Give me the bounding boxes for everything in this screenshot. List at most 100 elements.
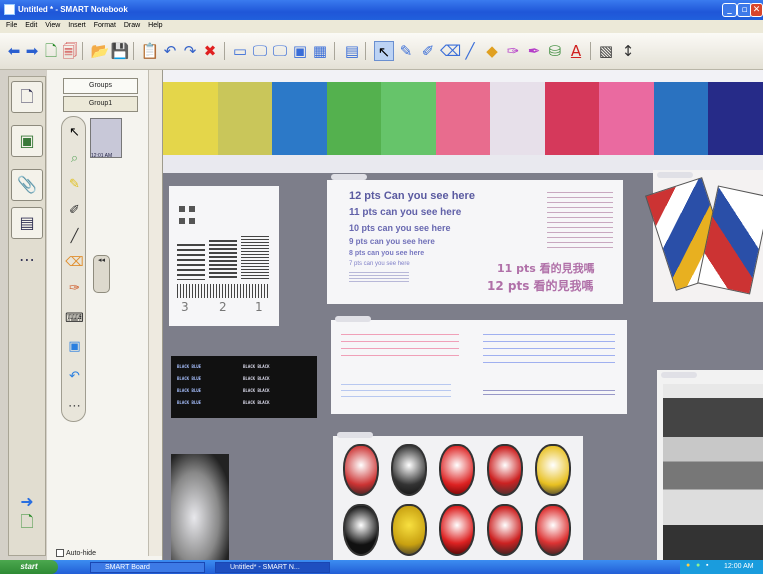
eraser-icon[interactable]: ⌫	[440, 41, 461, 61]
color-swatch	[163, 82, 218, 155]
toolbar-separator	[133, 42, 134, 60]
shape-recognition-icon[interactable]: ✒	[524, 41, 544, 61]
move-toolbar-icon[interactable]: ↕	[618, 41, 638, 61]
paste-icon[interactable]: 📋	[140, 41, 160, 61]
redo-icon[interactable]: ↷	[180, 41, 200, 61]
full-screen-icon[interactable]: 🖵	[250, 41, 270, 61]
page-sorter-icon[interactable]: 🗋	[11, 81, 43, 113]
save-icon[interactable]: 💾	[110, 41, 130, 61]
menu-bar: File Edit View Insert Format Draw Help	[0, 20, 763, 33]
clock: 12:00 AM	[724, 563, 754, 570]
keyboard-icon[interactable]: ⌨	[64, 309, 85, 329]
undo-icon[interactable]: ↶	[160, 41, 180, 61]
close-button[interactable]: ✕	[750, 3, 763, 17]
menu-help[interactable]: Help	[148, 22, 162, 29]
taskbar-item-smart-board[interactable]: SMART Board	[90, 562, 205, 573]
menu-draw[interactable]: Draw	[124, 22, 140, 29]
title-bar[interactable]: Untitled * - SMART Notebook _ ▫ ✕	[0, 0, 763, 20]
app-icon	[4, 4, 15, 15]
page-thumbnail[interactable]: 12:01 AM	[90, 118, 122, 159]
page-icon[interactable]: 🗋	[11, 507, 43, 539]
black-label: BLACK BLUE	[177, 400, 202, 405]
notebook-canvas[interactable]: 3 2 1 12 pts Can you see here 11 pts can…	[163, 70, 763, 560]
color-swatch	[435, 82, 491, 155]
more-icon[interactable]: ⋯	[11, 245, 43, 277]
start-button[interactable]: start	[0, 560, 58, 574]
text-line-10: 10 pts can you see here	[349, 223, 451, 233]
menu-insert[interactable]: Insert	[68, 22, 86, 29]
dual-page-icon[interactable]: 🖵	[270, 41, 290, 61]
text-line-9: 9 pts can you see here	[349, 237, 435, 246]
line-icon[interactable]: ╱	[460, 41, 480, 61]
minimize-button[interactable]: _	[722, 3, 737, 17]
creative-pen-icon[interactable]: ✐	[418, 41, 438, 61]
tray-icon[interactable]: ●	[696, 562, 700, 569]
color-swatch	[599, 82, 654, 155]
properties-icon[interactable]: ▧	[596, 41, 616, 61]
highlighter-icon[interactable]: ✎	[64, 175, 85, 195]
color-swatch-strip	[163, 82, 763, 155]
toolbar-separator	[590, 42, 591, 60]
undo-icon[interactable]: ↶	[64, 367, 85, 387]
more-tools-icon[interactable]: ⋯	[64, 397, 85, 417]
sorter-scrollbar[interactable]	[148, 70, 162, 556]
color-swatch	[544, 82, 600, 155]
menu-edit[interactable]: Edit	[25, 22, 37, 29]
capture-icon[interactable]: ▣	[290, 41, 310, 61]
open-folder-icon[interactable]: 📂	[90, 41, 110, 61]
black-label: BLACK BLACK	[243, 364, 270, 369]
magic-pen-icon[interactable]: ✑	[503, 41, 523, 61]
menu-view[interactable]: View	[45, 22, 60, 29]
color-swatch	[326, 82, 382, 155]
screen-icon[interactable]: ▣	[64, 337, 85, 357]
marker-icon[interactable]: ✑	[64, 279, 85, 299]
delete-page-icon[interactable]: 🗐	[60, 41, 80, 61]
menu-file[interactable]: File	[6, 22, 17, 29]
shape-icon[interactable]: ◆	[482, 41, 502, 61]
font-size-card: 12 pts Can you see here 11 pts can you s…	[327, 174, 623, 304]
gallery-icon[interactable]: ▣	[11, 125, 43, 157]
checkbox-box[interactable]	[56, 549, 64, 557]
select-icon[interactable]: ↖	[374, 41, 394, 61]
tab-group1[interactable]: Group1	[63, 96, 138, 112]
menu-format[interactable]: Format	[94, 22, 116, 29]
black-label: BLACK BLUE	[177, 376, 202, 381]
attachments-icon[interactable]: 📎	[11, 169, 43, 201]
forward-arrow-icon[interactable]: ➡	[22, 41, 42, 61]
table-icon[interactable]: ▦	[310, 41, 330, 61]
tray-icon[interactable]: ●	[686, 562, 690, 569]
back-arrow-icon[interactable]: ⬅	[4, 41, 24, 61]
text-line-7: 7 pts can you see here	[349, 261, 410, 267]
screen-shade-icon[interactable]: ▭	[230, 41, 250, 61]
tab-groups[interactable]: Groups	[63, 78, 138, 94]
toolbar-separator	[224, 42, 225, 60]
text-icon[interactable]: A	[566, 41, 586, 61]
fill-icon[interactable]: ⛁	[545, 41, 565, 61]
text-line-8: 8 pts can you see here	[349, 250, 425, 257]
eraser-icon[interactable]: ⌫	[64, 253, 85, 273]
select-icon[interactable]: ↖	[64, 123, 85, 143]
text-line-11: 11 pts can you see here	[349, 207, 462, 218]
start-label: start	[20, 562, 38, 571]
taskbar-item-notebook[interactable]: Untitled* - SMART N...	[215, 562, 330, 573]
black-label: BLACK BLUE	[177, 364, 202, 369]
color-swatch	[217, 82, 273, 155]
toolbar-collapse-handle[interactable]: ◂◂	[93, 255, 110, 293]
delete-icon[interactable]: ✖	[200, 41, 220, 61]
line-icon[interactable]: ╱	[64, 227, 85, 247]
floating-toolbar: ↖ ⌕ ✎ ✐ ╱ ⌫ ✑ ⌨ ▣ ↶ ⋯	[61, 116, 86, 422]
color-swatch	[381, 82, 436, 155]
table-insert-icon[interactable]: ▤	[342, 41, 362, 61]
res-mark-3: 3	[181, 300, 189, 314]
color-swatch	[272, 82, 327, 155]
magnify-icon[interactable]: ⌕	[64, 149, 85, 169]
tray-icon[interactable]: ▪	[706, 562, 708, 569]
add-page-icon[interactable]: 🗋	[41, 41, 61, 61]
pen-icon[interactable]: ✐	[64, 201, 85, 221]
properties-icon[interactable]: ▤	[11, 207, 43, 239]
pen-icon[interactable]: ✎	[396, 41, 416, 61]
color-swatch	[708, 82, 763, 155]
autohide-checkbox[interactable]: Auto-hide	[56, 549, 96, 557]
black-label: BLACK BLACK	[243, 388, 270, 393]
toolbar-separator	[365, 42, 366, 60]
